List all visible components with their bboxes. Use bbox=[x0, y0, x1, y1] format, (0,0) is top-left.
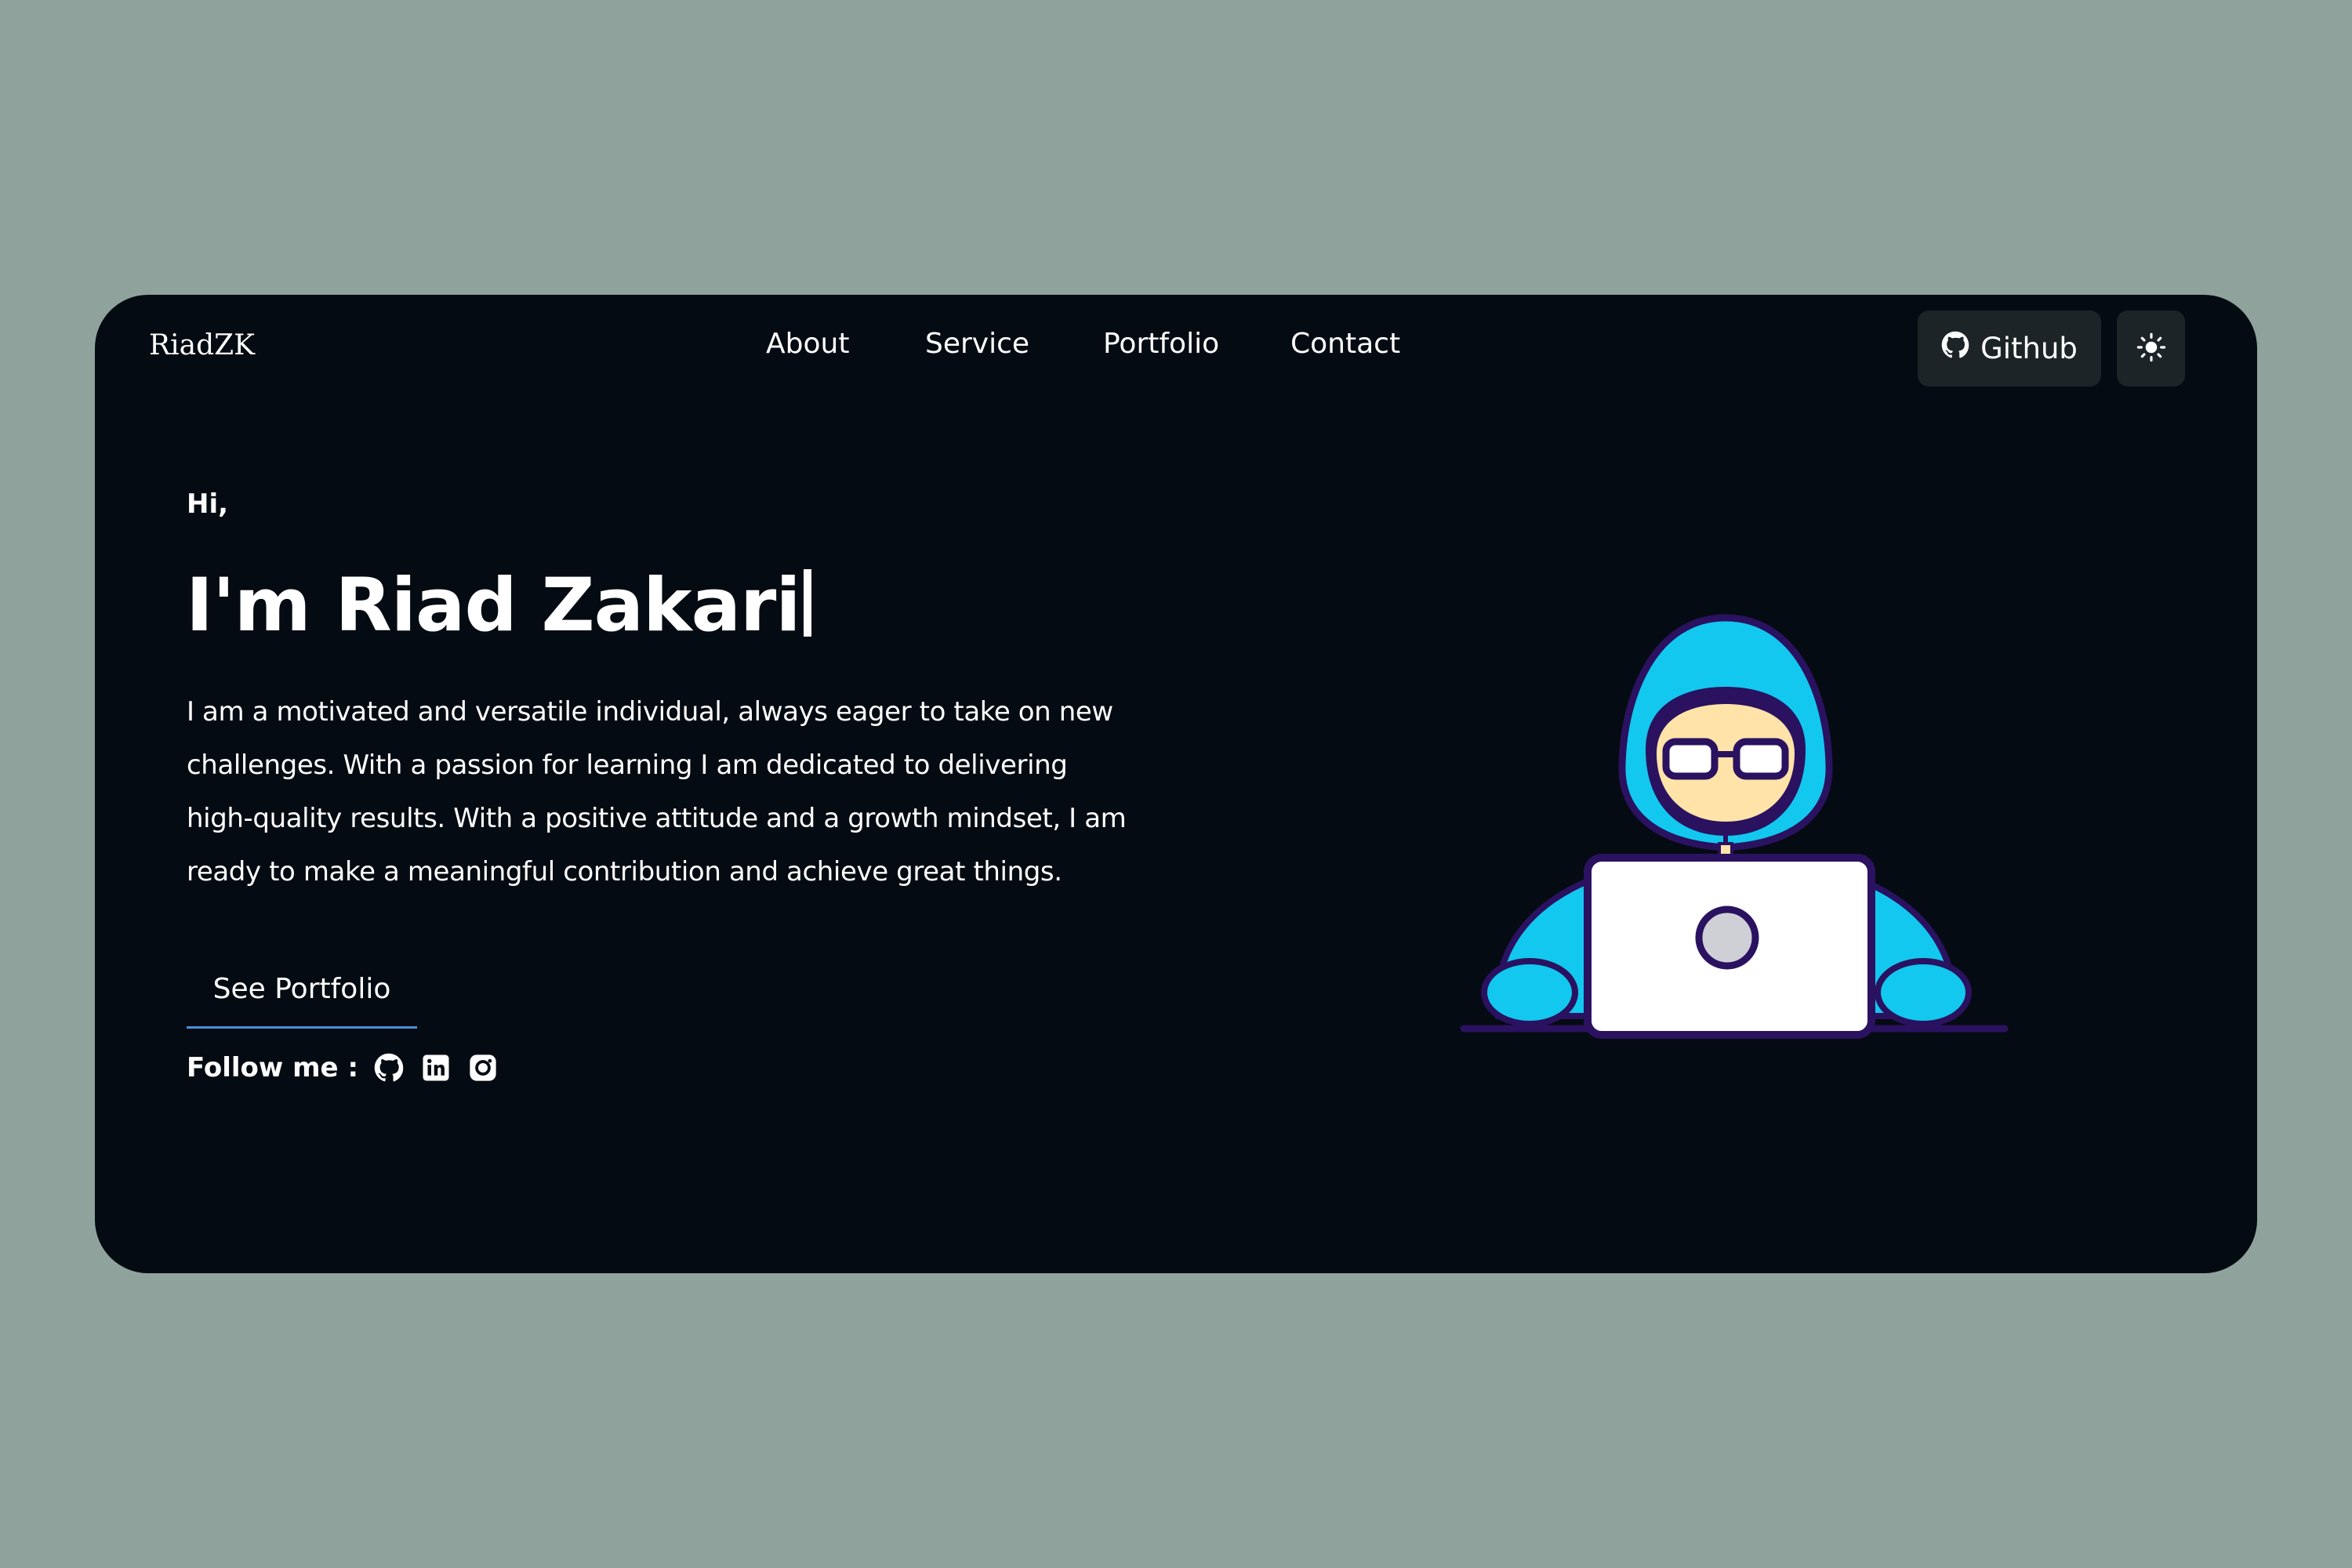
site-logo[interactable]: RiadZK bbox=[149, 329, 255, 361]
sun-icon bbox=[2136, 332, 2166, 365]
github-button-label: Github bbox=[1980, 332, 2078, 365]
navbar: RiadZK About Service Portfolio Contact G… bbox=[95, 295, 2257, 405]
github-icon bbox=[1941, 331, 1969, 366]
greeting-text: Hi, bbox=[187, 488, 229, 520]
nav-item-about[interactable]: About bbox=[766, 328, 849, 360]
see-portfolio-button[interactable]: See Portfolio bbox=[187, 952, 417, 1029]
follow-me-label: Follow me : bbox=[187, 1052, 359, 1083]
hero-card: RiadZK About Service Portfolio Contact G… bbox=[95, 295, 2257, 1273]
follow-me-row: Follow me : bbox=[187, 1051, 499, 1084]
github-button[interactable]: Github bbox=[1918, 310, 2101, 387]
linkedin-icon[interactable] bbox=[419, 1051, 452, 1084]
hero-headline-text: I'm Riad Zakari bbox=[186, 563, 801, 648]
typing-caret bbox=[803, 569, 811, 637]
github-icon[interactable] bbox=[372, 1051, 405, 1084]
hacker-illustration bbox=[1460, 614, 2009, 1039]
hero-headline: I'm Riad Zakari bbox=[186, 563, 811, 648]
instagram-icon[interactable] bbox=[466, 1051, 499, 1084]
nav-item-contact[interactable]: Contact bbox=[1290, 328, 1400, 360]
nav-item-portfolio[interactable]: Portfolio bbox=[1103, 328, 1219, 360]
nav-item-service[interactable]: Service bbox=[925, 328, 1029, 360]
hero-bio: I am a motivated and versatile individua… bbox=[187, 696, 1127, 887]
theme-toggle-button[interactable] bbox=[2117, 310, 2185, 387]
